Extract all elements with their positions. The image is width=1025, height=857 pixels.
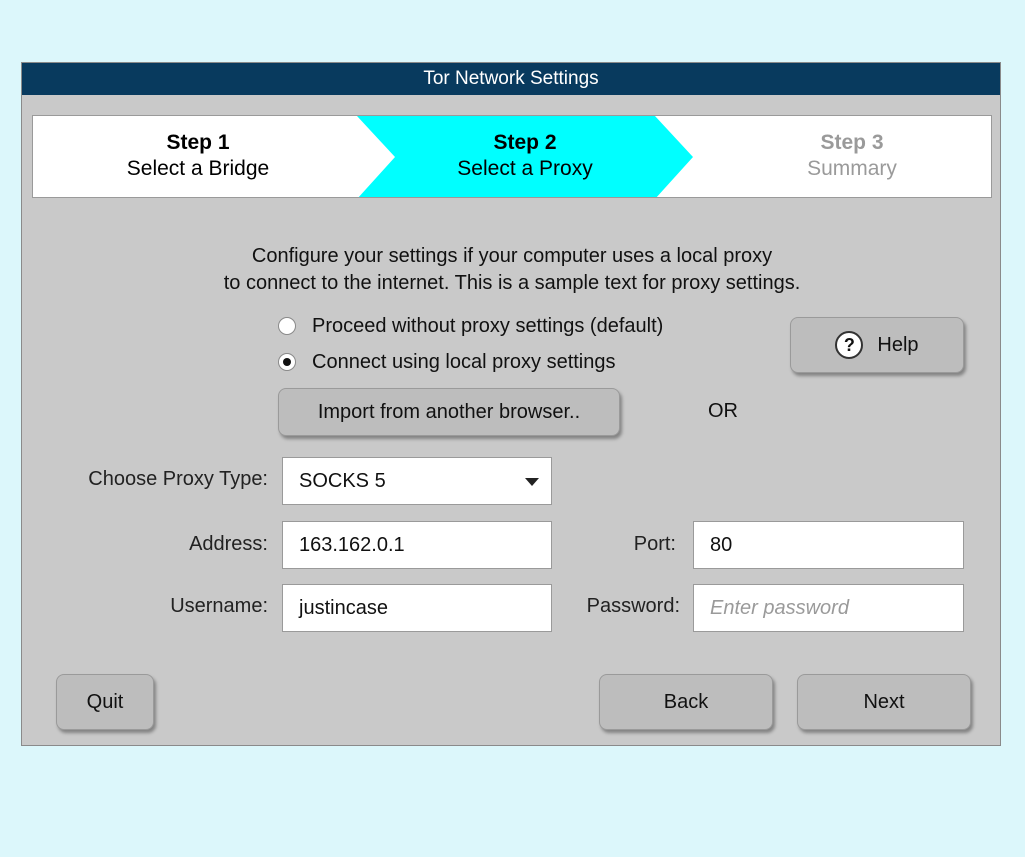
address-label: Address: (189, 533, 268, 555)
or-separator: OR (708, 400, 738, 422)
intro-line-1: Configure your settings if your computer… (251, 245, 773, 267)
username-field[interactable]: justincase (282, 584, 552, 632)
step-2-number: Step 2 (493, 131, 557, 154)
step-3-label: Summary (807, 157, 897, 180)
help-button-label: Help (877, 333, 919, 356)
proxy-type-select[interactable]: SOCKS 5 (282, 457, 552, 505)
address-field[interactable]: 163.162.0.1 (282, 521, 552, 569)
port-label: Port: (633, 533, 676, 555)
next-button[interactable]: Next (797, 674, 971, 730)
no-proxy-label: Proceed without proxy settings (default) (312, 314, 664, 337)
quit-button-label: Quit (86, 690, 124, 713)
back-button[interactable]: Back (599, 674, 773, 730)
step-1-number: Step 1 (166, 131, 230, 154)
step-2: Step 2 Select a Proxy (360, 130, 690, 182)
proxy-type-label: Choose Proxy Type: (88, 468, 268, 490)
address-value: 163.162.0.1 (299, 533, 405, 556)
password-field[interactable]: Enter password (693, 584, 964, 632)
username-label: Username: (170, 595, 268, 617)
option-no-proxy[interactable]: Proceed without proxy settings (default) (278, 312, 663, 340)
port-value: 80 (710, 533, 733, 556)
proxy-type-value: SOCKS 5 (299, 469, 386, 492)
import-button-label: Import from another browser.. (317, 400, 581, 423)
back-button-label: Back (663, 690, 709, 713)
import-from-browser-button[interactable]: Import from another browser.. (278, 388, 620, 436)
question-mark-icon: ? (835, 331, 864, 359)
step-2-label: Select a Proxy (457, 157, 593, 180)
step-progress: Step 1 Select a Bridge Step 2 Select a P… (32, 115, 992, 198)
port-field[interactable]: 80 (693, 521, 964, 569)
dropdown-arrow-icon (525, 478, 539, 486)
step-3-number: Step 3 (820, 131, 884, 154)
step-1-label: Select a Bridge (126, 157, 270, 180)
local-proxy-radio[interactable] (278, 353, 296, 371)
local-proxy-label: Connect using local proxy settings (312, 350, 616, 373)
password-label: Password: (586, 595, 680, 617)
tor-network-settings-window: Tor Network Settings Step 1 Select a Bri… (21, 62, 1001, 746)
step-1: Step 1 Select a Bridge (33, 130, 363, 182)
next-button-label: Next (863, 690, 905, 713)
username-value: justincase (299, 596, 388, 619)
password-placeholder: Enter password (710, 596, 849, 619)
step-3: Step 3 Summary (687, 130, 991, 182)
quit-button[interactable]: Quit (56, 674, 154, 730)
option-local-proxy[interactable]: Connect using local proxy settings (278, 348, 616, 376)
intro-text: Configure your settings if your computer… (22, 243, 1002, 297)
window-title: Tor Network Settings (22, 63, 1000, 95)
help-button[interactable]: ? Help (790, 317, 964, 373)
intro-line-2: to connect to the internet. This is a sa… (223, 272, 801, 294)
no-proxy-radio[interactable] (278, 317, 296, 335)
